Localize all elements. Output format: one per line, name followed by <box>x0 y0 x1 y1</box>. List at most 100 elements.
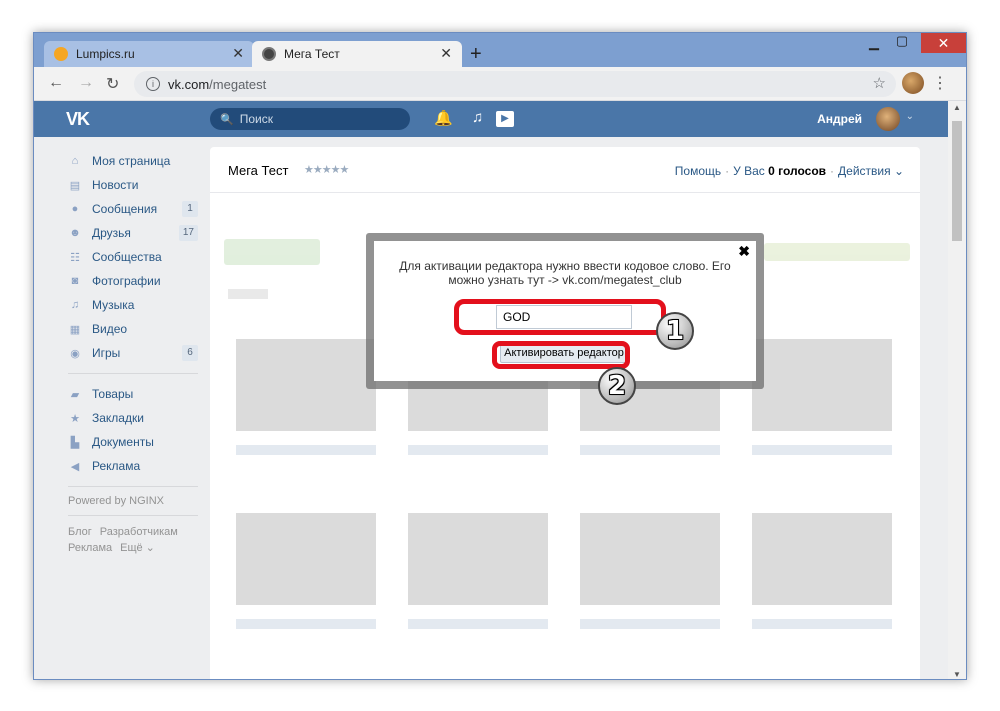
close-icon[interactable]: ✖ <box>738 243 750 260</box>
footer-link-more[interactable]: Ещё ⌄ <box>120 542 155 554</box>
nav-item-video[interactable]: ▦ Видео <box>68 317 198 341</box>
tab-label: Lumpics.ru <box>76 47 135 61</box>
bell-icon[interactable]: 🔔 <box>434 109 453 127</box>
bookmarks-icon: ★ <box>70 413 80 425</box>
messages-icon: ● <box>71 203 79 215</box>
reload-icon[interactable]: ↻ <box>106 74 119 94</box>
nav-label: Новости <box>92 178 139 192</box>
thumbnail-caption <box>580 445 720 455</box>
tab-strip: Lumpics.ru ✕ Мега Тест ✕ + ▁ ▢ ✕ <box>34 33 966 67</box>
footer-link-blog[interactable]: Блог <box>68 526 92 538</box>
nav-item-games[interactable]: ◉ Игры 6 <box>68 341 198 365</box>
thumbnail-caption <box>408 445 548 455</box>
info-icon[interactable]: i <box>146 77 160 91</box>
user-name[interactable]: Андрей <box>817 112 862 126</box>
news-icon: ▤ <box>69 180 81 192</box>
count-badge: 6 <box>182 345 198 361</box>
card-actions: Помощь · У Вас 0 голосов · Действия ⌄ <box>675 164 904 178</box>
nav-item-friends[interactable]: ☻ Друзья 17 <box>68 221 198 245</box>
nav-label: Игры <box>92 346 121 360</box>
actions-menu[interactable]: Действия ⌄ <box>838 164 904 178</box>
scroll-up-icon[interactable]: ▲ <box>948 103 966 112</box>
votes-label: У Вас <box>733 164 765 178</box>
footer-link-developers[interactable]: Разработчикам <box>100 526 178 538</box>
help-link[interactable]: Помощь <box>675 164 721 178</box>
thumbnail-caption <box>408 619 548 629</box>
app-tab-placeholder <box>224 239 320 265</box>
nav-label: Музыка <box>92 298 135 312</box>
minimize-icon[interactable]: ▁ <box>862 35 886 55</box>
window-close-icon[interactable]: ✕ <box>921 33 966 53</box>
nav-item-messages[interactable]: ● Сообщения 1 <box>68 197 198 221</box>
vk-logo[interactable]: VK <box>66 109 90 130</box>
nav-item-bookmarks[interactable]: ★ Закладки <box>68 406 198 430</box>
lumpics-favicon-icon <box>54 47 68 61</box>
nav-label: Документы <box>92 435 154 449</box>
nav-item-my-page[interactable]: ⌂ Моя страница <box>68 149 198 173</box>
goods-icon: ▰ <box>70 389 80 401</box>
separator-dot: · <box>725 164 730 178</box>
count-badge: 17 <box>178 225 198 241</box>
communities-icon: ☷ <box>70 252 80 264</box>
scrollbar[interactable]: ▲ ▼ <box>948 101 966 679</box>
nav-item-news[interactable]: ▤ Новости <box>68 173 198 197</box>
app-card: Мега Тест ★★★★★ Помощь · У Вас 0 голосов · Д… <box>210 147 920 679</box>
scrollbar-thumb[interactable] <box>952 121 962 241</box>
address-path: /megatest <box>209 76 267 92</box>
nav-item-goods[interactable]: ▰ Товары <box>68 382 198 406</box>
profile-avatar[interactable] <box>902 72 924 94</box>
tab-megatest[interactable]: Мега Тест ✕ <box>252 41 462 67</box>
nav-item-communities[interactable]: ☷ Сообщества <box>68 245 198 269</box>
tab-close-icon[interactable]: ✕ <box>232 45 244 62</box>
nav-label: Сообщения <box>92 202 158 216</box>
back-icon[interactable]: ← <box>48 74 64 92</box>
music-icon: ♫ <box>70 299 80 311</box>
ads-icon: ◀ <box>70 461 80 473</box>
browser-toolbar: ← → ↻ i vk.com/megatest ☆ ⋮ <box>34 67 966 101</box>
count-badge: 1 <box>182 201 198 217</box>
nav-label: Товары <box>92 387 134 401</box>
thumbnail-caption <box>752 619 892 629</box>
nav-item-documents[interactable]: ▙ Документы <box>68 430 198 454</box>
nav-label: Видео <box>92 322 128 336</box>
menu-dots-icon[interactable]: ⋮ <box>932 73 948 93</box>
app-section-label-placeholder <box>228 289 268 299</box>
page-title: Мега Тест <box>228 163 289 178</box>
thumbnail-caption <box>236 445 376 455</box>
search-icon: 🔍 <box>220 113 234 126</box>
nav-item-ads[interactable]: ◀ Реклама <box>68 454 198 478</box>
thumbnail <box>752 513 892 605</box>
nav-item-photos[interactable]: ◙ Фотографии <box>68 269 198 293</box>
thumbnail <box>408 513 548 605</box>
powered-by: Powered by NGINX <box>68 495 164 507</box>
address-bar[interactable]: i vk.com/megatest ☆ <box>134 71 896 97</box>
thumbnail <box>236 513 376 605</box>
forward-icon[interactable]: → <box>78 74 94 92</box>
footer-link-ads[interactable]: Реклама <box>68 542 112 554</box>
avatar[interactable] <box>876 107 900 131</box>
bookmark-star-icon[interactable]: ☆ <box>873 74 886 92</box>
tab-close-icon[interactable]: ✕ <box>440 45 452 62</box>
nav-label: Реклама <box>92 459 141 473</box>
nav-label: Моя страница <box>92 154 171 168</box>
left-nav: ⌂ Моя страница ▤ Новости ● Сообщения 1 ☻ Друз… <box>68 149 198 556</box>
maximize-icon[interactable]: ▢ <box>890 33 914 53</box>
tab-label: Мега Тест <box>284 47 340 61</box>
new-tab-icon[interactable]: + <box>470 43 482 66</box>
globe-icon <box>262 47 276 61</box>
votes-value: 0 голосов <box>768 164 827 178</box>
highlight-activate-button <box>492 341 630 369</box>
music-note-icon[interactable]: ♫ <box>472 109 483 126</box>
home-icon: ⌂ <box>71 155 79 167</box>
chevron-down-icon[interactable]: ⌄ <box>906 111 914 122</box>
search-input[interactable]: 🔍 Поиск <box>210 108 410 130</box>
thumbnail <box>752 339 892 431</box>
browser-window: Lumpics.ru ✕ Мега Тест ✕ + ▁ ▢ ✕ ← → ↻ i… <box>33 32 967 680</box>
highlight-code-input <box>454 299 666 335</box>
nav-item-music[interactable]: ♫ Музыка <box>68 293 198 317</box>
thumbnail <box>236 339 376 431</box>
card-header: Мега Тест ★★★★★ Помощь · У Вас 0 голосов · Д… <box>210 147 920 193</box>
scroll-down-icon[interactable]: ▼ <box>948 670 966 679</box>
tab-lumpics[interactable]: Lumpics.ru ✕ <box>44 41 254 67</box>
play-icon[interactable]: ▶ <box>496 111 514 127</box>
